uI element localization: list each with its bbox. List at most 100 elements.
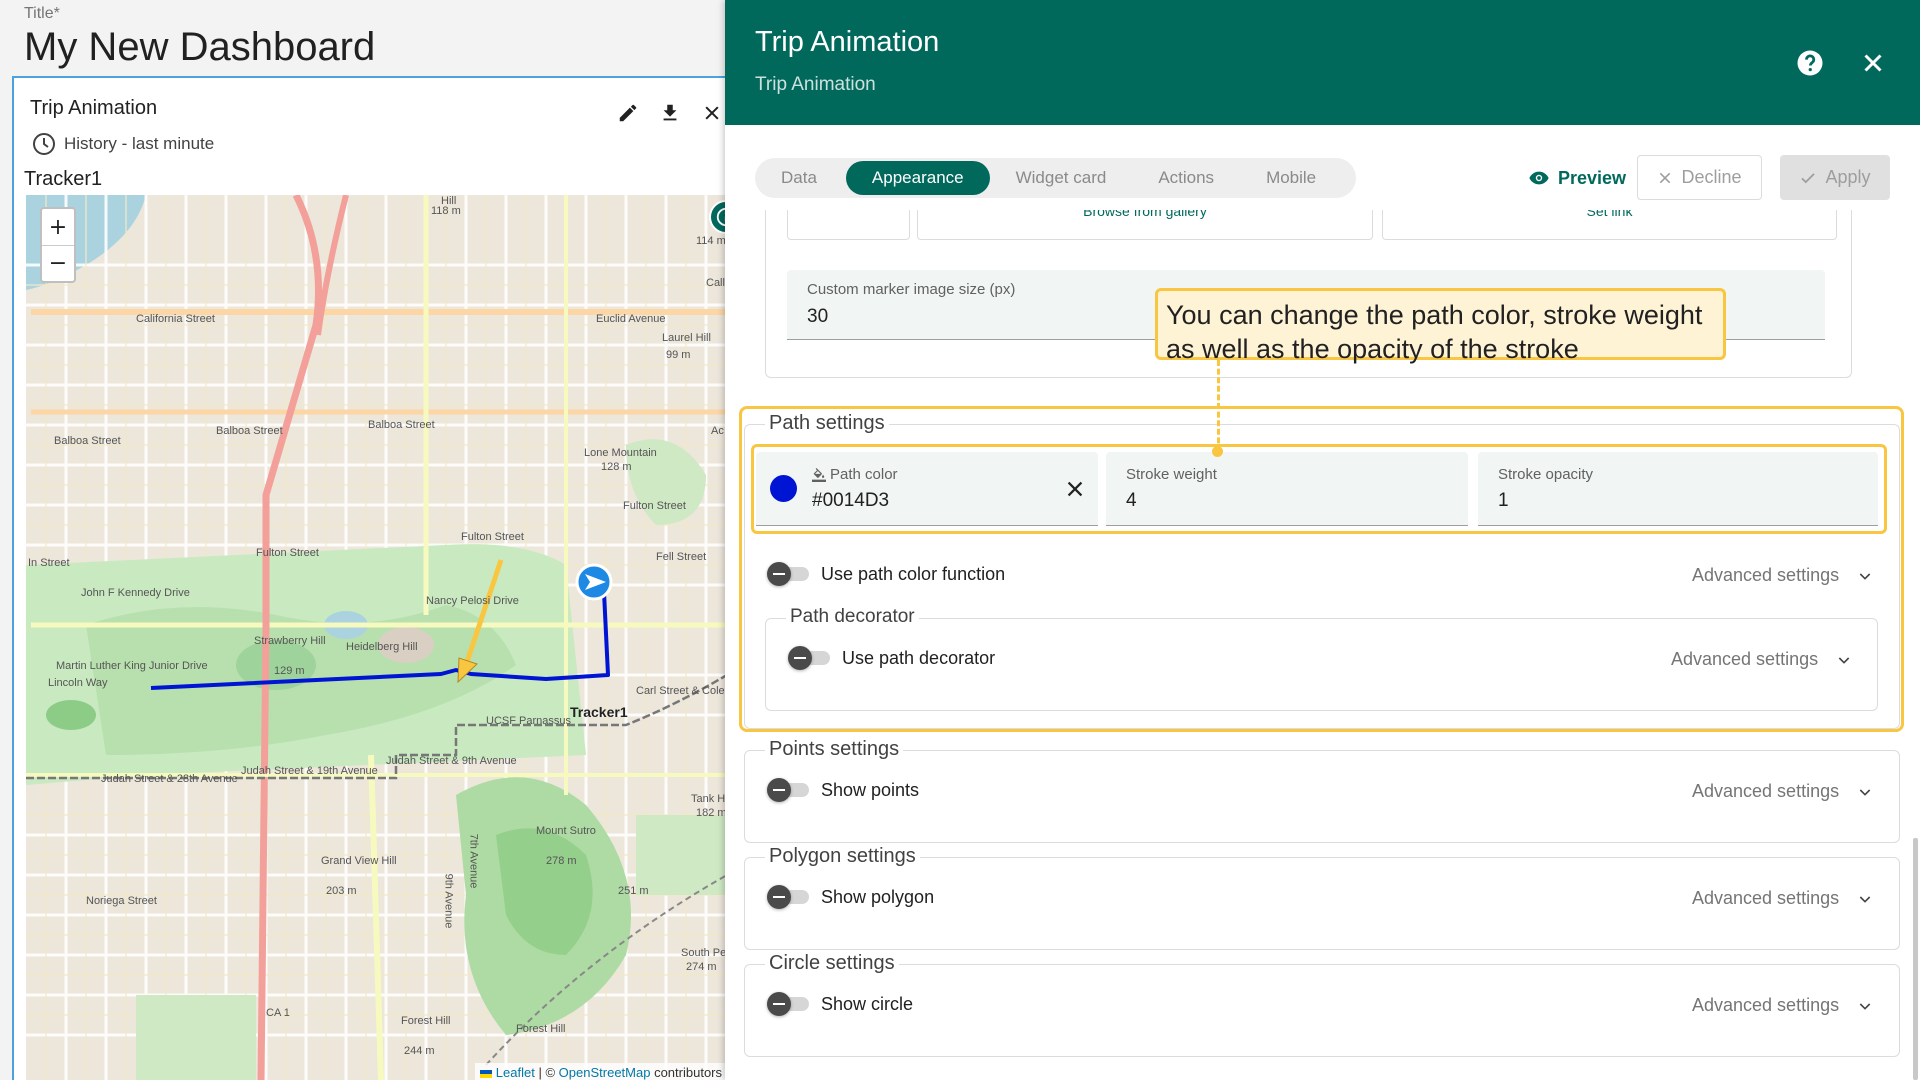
widget-actions <box>615 100 725 126</box>
dashboard-title-input[interactable]: My New Dashboard <box>24 25 375 70</box>
map-label-heidelberg: Heidelberg Hill <box>346 641 418 653</box>
map-label-south-peak-elev: 274 m <box>686 961 717 973</box>
tab-actions[interactable]: Actions <box>1132 161 1240 195</box>
attribution-suffix: contributors <box>654 1065 722 1080</box>
path-advanced-label: Advanced settings <box>1692 565 1840 585</box>
map-label-pelosi: Nancy Pelosi Drive <box>426 595 519 607</box>
preview-label: Preview <box>1558 167 1627 188</box>
polygon-settings-legend: Polygon settings <box>765 845 920 868</box>
chevron-down-icon <box>1859 788 1871 796</box>
set-link[interactable]: Set link <box>1383 210 1836 219</box>
zoom-in-button[interactable]: + <box>42 209 74 245</box>
decline-label: Decline <box>1681 167 1742 187</box>
show-points-toggle[interactable] <box>767 778 809 802</box>
map-label-9th-ave: 9th Avenue <box>442 873 455 929</box>
map-label-mount-sutro-elev: 278 m <box>546 855 577 867</box>
show-circle-toggle[interactable] <box>767 992 809 1016</box>
show-polygon-toggle[interactable] <box>767 885 809 909</box>
map-label-fulton-3: Fulton Street <box>623 500 686 512</box>
map-tiles <box>26 195 725 1080</box>
map-label-call: Call <box>706 277 725 289</box>
path-color-function-toggle[interactable] <box>767 562 809 586</box>
path-decorator-toggle[interactable] <box>788 646 830 670</box>
map-label-balboa-1: Balboa Street <box>54 435 121 447</box>
points-advanced-label: Advanced settings <box>1692 781 1840 801</box>
map-label-grand-view-elev: 203 m <box>326 885 357 897</box>
show-points-label: Show points <box>821 779 920 800</box>
circle-settings-legend: Circle settings <box>765 952 899 975</box>
map-label-strawberry-elev: 129 m <box>274 665 305 677</box>
map-label-california: California Street <box>136 313 215 325</box>
check-icon <box>1801 172 1816 183</box>
map-label-fulton-1: Fulton Street <box>256 547 319 559</box>
map-attribution: Leaflet | © OpenStreetMap contributors <box>475 1063 725 1080</box>
map-label-carl-cole: Carl Street & Cole Street <box>636 685 725 697</box>
map-label-114: 114 m <box>696 235 725 247</box>
circle-advanced-settings[interactable]: Advanced settings <box>1692 995 1873 1016</box>
close-icon[interactable] <box>699 100 725 126</box>
map-label-forest-hill-elev: 244 m <box>404 1045 435 1057</box>
map-label-fell: Fell Street <box>656 551 707 563</box>
path-advanced-settings[interactable]: Advanced settings <box>1692 565 1873 586</box>
help-icon[interactable] <box>1795 48 1825 78</box>
osm-link[interactable]: OpenStreetMap <box>559 1065 651 1080</box>
map-label-ucsf: UCSF Parnassus <box>486 715 571 727</box>
callout-connector-dot <box>1212 446 1223 457</box>
download-icon[interactable] <box>657 100 683 126</box>
widget-timewindow[interactable]: History - last minute <box>32 132 214 156</box>
panel-subtitle: Trip Animation <box>755 74 876 95</box>
map-label-laurel-hill-elev: 99 m <box>666 349 691 361</box>
edit-icon[interactable] <box>615 100 641 126</box>
apply-button[interactable]: Apply <box>1780 155 1890 200</box>
scrollbar-thumb[interactable] <box>1913 838 1918 1080</box>
tracker-label: Tracker1 <box>24 168 103 190</box>
show-polygon-label: Show polygon <box>821 886 935 907</box>
map-label-judah-28th: Judah Street & 28th Avenue <box>101 773 238 785</box>
path-decorator-label: Use path decorator <box>842 647 996 668</box>
show-points-row[interactable]: Show points <box>767 778 919 802</box>
decline-button[interactable]: Decline <box>1637 155 1762 200</box>
map-label-judah-9th: Judah Street & 9th Avenue <box>386 755 517 767</box>
map-label-judah-19th: Judah Street & 19th Avenue <box>241 765 378 777</box>
points-advanced-settings[interactable]: Advanced settings <box>1692 781 1873 802</box>
path-color-function-row[interactable]: Use path color function <box>767 562 1005 586</box>
tab-data[interactable]: Data <box>755 161 843 195</box>
map-label-lone-mountain: Lone Mountain <box>584 447 657 459</box>
show-polygon-row[interactable]: Show polygon <box>767 885 934 909</box>
panel-header: Trip Animation Trip Animation <box>725 0 1920 125</box>
preview-button[interactable]: Preview <box>1520 156 1634 200</box>
settings-scroll-area[interactable]: Browse from gallery Set link Custom mark… <box>725 210 1920 1080</box>
settings-tabs: Data Appearance Widget card Actions Mobi… <box>755 158 1356 198</box>
map-label-laurel-hill: Laurel Hill <box>662 332 711 344</box>
map-label-grand-view: Grand View Hill <box>321 855 397 867</box>
map-view[interactable]: California Street Balboa Street Balboa S… <box>26 195 725 1080</box>
ukraine-flag-icon <box>480 1069 493 1078</box>
browse-gallery-link[interactable]: Browse from gallery <box>918 210 1372 219</box>
show-circle-row[interactable]: Show circle <box>767 992 913 1016</box>
points-settings-legend: Points settings <box>765 738 904 761</box>
map-label-strawberry-hill: Strawberry Hill <box>254 635 326 647</box>
zoom-control: + − <box>40 207 76 283</box>
map-label-lincoln: Lincoln Way <box>48 677 108 689</box>
tab-widget-card[interactable]: Widget card <box>990 161 1133 195</box>
chevron-down-icon <box>1859 572 1871 580</box>
map-label-ac: Ac <box>711 425 724 437</box>
map-label-fulton-2: Fulton Street <box>461 531 524 543</box>
close-panel-icon[interactable] <box>1858 48 1888 78</box>
dashboard-area: Title* My New Dashboard Trip Animation H… <box>0 0 725 1080</box>
tab-mobile[interactable]: Mobile <box>1240 161 1342 195</box>
leaflet-link[interactable]: Leaflet <box>496 1065 535 1080</box>
zoom-out-button[interactable]: − <box>42 245 74 281</box>
path-decorator-row[interactable]: Use path decorator <box>788 646 995 670</box>
decorator-advanced-settings[interactable]: Advanced settings <box>1671 649 1852 670</box>
set-link-cell[interactable]: Set link <box>1382 210 1837 240</box>
tab-appearance[interactable]: Appearance <box>845 161 990 195</box>
polygon-advanced-settings[interactable]: Advanced settings <box>1692 888 1873 909</box>
browse-gallery-cell[interactable]: Browse from gallery <box>917 210 1373 240</box>
map-tracker-label: Tracker1 <box>570 704 628 720</box>
chevron-down-icon <box>1859 895 1871 903</box>
map-label-7th-ave: 7th Avenue <box>467 833 480 889</box>
map-label-tank-hill-elev: 182 m <box>696 807 725 819</box>
map-label-south-peak: South Peak <box>681 947 725 959</box>
map-label-balboa-3: Balboa Street <box>368 419 435 431</box>
